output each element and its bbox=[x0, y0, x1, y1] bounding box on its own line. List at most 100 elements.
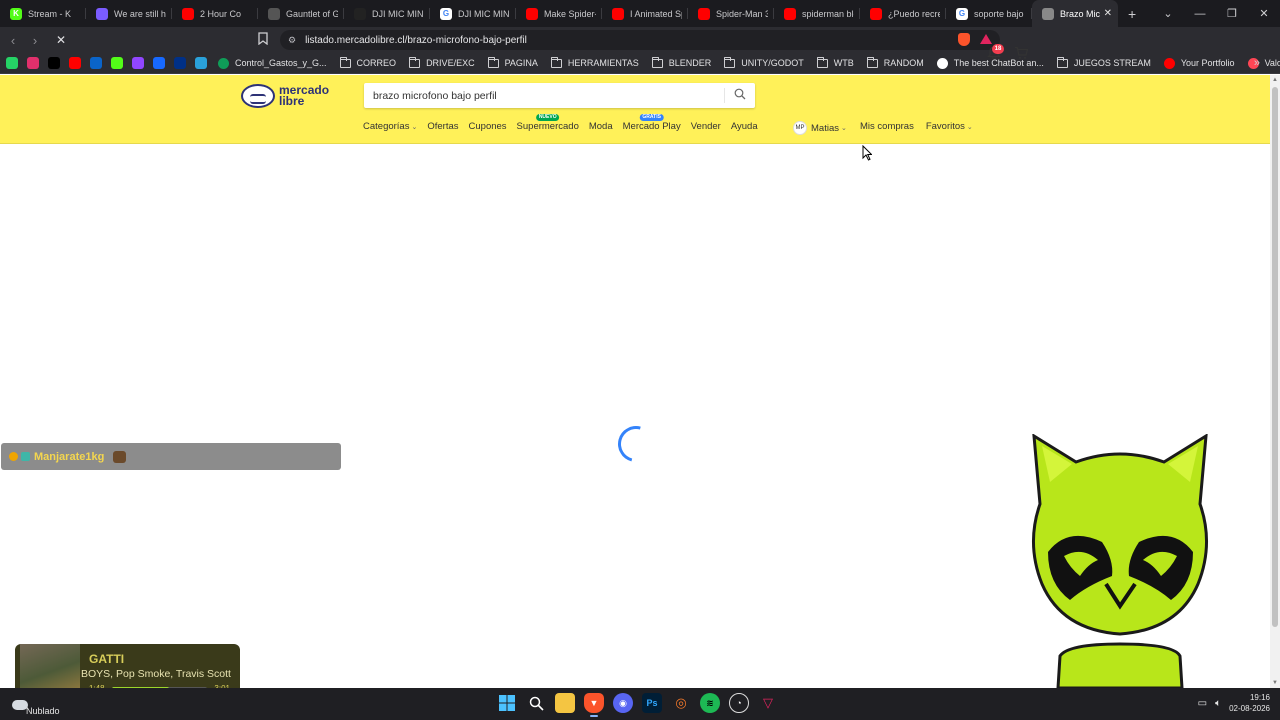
bookmark-item[interactable]: BLENDER bbox=[651, 56, 711, 68]
browser-tab[interactable]: Gauntlet of Go bbox=[258, 0, 344, 27]
site-info-icon[interactable]: ⚙ bbox=[288, 35, 296, 46]
scroll-down-icon[interactable]: ▼ bbox=[1272, 680, 1278, 686]
bookmark-item[interactable]: JUEGOS STREAM bbox=[1056, 56, 1151, 68]
tab-favicon-icon: G bbox=[440, 7, 452, 20]
scrollbar-thumb[interactable] bbox=[1272, 87, 1278, 627]
more-bookmarks-icon[interactable]: » bbox=[1254, 53, 1260, 74]
restore-button[interactable]: ❐ bbox=[1216, 7, 1248, 20]
paypal-icon[interactable] bbox=[174, 57, 186, 69]
behance-icon[interactable] bbox=[153, 57, 165, 69]
mercadolibre-logo[interactable]: mercado libre bbox=[241, 83, 337, 109]
window-controls: ⌄ — ❐ ✕ bbox=[1152, 0, 1280, 27]
twitch-icon[interactable] bbox=[132, 57, 144, 69]
x-twitter-icon[interactable] bbox=[48, 57, 60, 69]
stop-loading-button[interactable]: ✕ bbox=[50, 33, 72, 47]
browser-tab[interactable]: DJI MIC MINI 2 bbox=[344, 0, 430, 27]
tab-favicon-icon bbox=[698, 7, 710, 20]
volume-icon[interactable]: 🔈︎ bbox=[1215, 698, 1221, 709]
bookmark-favicon-icon bbox=[936, 57, 948, 69]
search-icon[interactable] bbox=[526, 693, 546, 713]
bookmark-item[interactable]: PAGINA bbox=[487, 56, 538, 68]
browser-tab[interactable]: Make Spider-M bbox=[516, 0, 602, 27]
user-name: Matias bbox=[811, 122, 839, 134]
back-button[interactable]: ‹ bbox=[2, 33, 24, 48]
taskbar-apps: ▼ ◉ Ps ◎ ≋ ◔ ▽ bbox=[497, 693, 778, 717]
browser-tab[interactable]: 2 Hour Co bbox=[172, 0, 258, 27]
close-tab-icon[interactable]: ✕ bbox=[1100, 8, 1112, 19]
browser-tab[interactable]: G DJI MIC MINI2 bbox=[430, 0, 516, 27]
brave-shields-icon[interactable] bbox=[958, 33, 970, 46]
obs-icon[interactable]: ◔ bbox=[729, 693, 749, 713]
tab-title: soporte bajo p bbox=[974, 8, 1026, 19]
close-window-button[interactable]: ✕ bbox=[1248, 7, 1280, 20]
brave-rewards-icon[interactable] bbox=[980, 34, 992, 44]
bookmark-label: PAGINA bbox=[504, 58, 538, 68]
file-explorer-icon[interactable] bbox=[555, 693, 575, 713]
tab-title: I Animated Sp bbox=[630, 8, 682, 19]
telegram-icon[interactable] bbox=[195, 57, 207, 69]
bookmark-item[interactable]: HERRAMIENTAS bbox=[550, 56, 639, 68]
nav-item[interactable]: Vender bbox=[691, 121, 721, 132]
browser-tab[interactable]: ¿Puedo recrea bbox=[860, 0, 946, 27]
app-v-icon[interactable]: ▽ bbox=[758, 693, 778, 713]
nav-item[interactable]: Ofertas bbox=[427, 121, 458, 132]
address-bar[interactable]: ⚙ listado.mercadolibre.cl/brazo-microfon… bbox=[280, 30, 1000, 50]
user-menu[interactable]: MP Matias ⌄ bbox=[793, 121, 847, 135]
bookmark-item[interactable]: CORREO bbox=[339, 56, 396, 68]
browser-tab[interactable]: K Stream - K bbox=[0, 0, 86, 27]
bookmark-item[interactable]: DRIVE/EXC bbox=[409, 56, 475, 68]
scroll-up-icon[interactable]: ▲ bbox=[1272, 77, 1278, 83]
my-purchases-link[interactable]: Mis compras bbox=[860, 121, 914, 132]
weather-widget[interactable]: Nublado bbox=[12, 694, 60, 716]
favorites-link[interactable]: Favoritos ⌄ bbox=[926, 121, 973, 132]
clock[interactable]: 19:16 02-08-2026 bbox=[1229, 692, 1270, 714]
bookmark-item[interactable]: WTB bbox=[816, 56, 854, 68]
tab-title: Spider-Man 3D bbox=[716, 8, 768, 19]
bookmark-item[interactable]: RANDOM bbox=[866, 56, 924, 68]
spotify-icon[interactable]: ≋ bbox=[700, 693, 720, 713]
forward-button[interactable]: › bbox=[24, 33, 46, 48]
tab-search-icon[interactable]: ⌄ bbox=[1152, 7, 1184, 20]
nav-item[interactable]: Supermercado NUEVO bbox=[517, 114, 579, 132]
bookmark-item[interactable]: Control_Gastos_y_G... bbox=[218, 57, 327, 69]
minimize-button[interactable]: — bbox=[1184, 8, 1216, 20]
browser-tab[interactable]: Gsoporte bajo p bbox=[946, 0, 1032, 27]
favorites-label: Favoritos bbox=[925, 121, 965, 132]
bookmark-label: WTB bbox=[833, 58, 854, 68]
search-input[interactable]: brazo microfono bajo perfil bbox=[364, 83, 755, 108]
cart-icon[interactable] bbox=[1014, 46, 1029, 60]
nav-item-label: Ayuda bbox=[730, 121, 758, 132]
discord-icon[interactable]: ◉ bbox=[613, 693, 633, 713]
nav-item[interactable]: Mercado Play GRATIS bbox=[623, 114, 681, 132]
onedrive-icon[interactable] bbox=[90, 57, 102, 69]
mouse-cursor-icon bbox=[862, 145, 872, 161]
browser-tab[interactable]: I Animated Sp bbox=[602, 0, 688, 27]
bookmark-label: UNITY/GODOT bbox=[741, 58, 804, 68]
windows-start-icon[interactable] bbox=[497, 693, 517, 713]
bookmark-item[interactable]: ValorantRank.Chat bbox=[1247, 57, 1280, 69]
page-scrollbar[interactable]: ▲ ▼ bbox=[1270, 75, 1280, 688]
nav-item[interactable]: Moda bbox=[589, 121, 613, 132]
search-icon[interactable] bbox=[734, 88, 746, 100]
browser-tab[interactable]: spiderman ble bbox=[774, 0, 860, 27]
nav-item[interactable]: Categorías ⌄ bbox=[363, 121, 417, 132]
nav-item[interactable]: Ayuda bbox=[731, 121, 758, 132]
bookmark-icon[interactable] bbox=[258, 32, 270, 46]
instagram-icon[interactable] bbox=[27, 57, 39, 69]
nav-item[interactable]: Cupones bbox=[469, 121, 507, 132]
loading-spinner bbox=[611, 419, 661, 469]
bookmark-item[interactable]: Your Portfolio bbox=[1163, 57, 1235, 69]
blender-icon[interactable]: ◎ bbox=[671, 693, 691, 713]
browser-tab[interactable]: Brazo Mic ✕ bbox=[1032, 0, 1118, 27]
browser-tab[interactable]: Spider-Man 3D bbox=[688, 0, 774, 27]
kick-icon[interactable] bbox=[111, 57, 123, 69]
folder-icon bbox=[1056, 56, 1068, 68]
browser-tab[interactable]: We are still he bbox=[86, 0, 172, 27]
display-icon[interactable]: ▭ bbox=[1198, 698, 1207, 709]
bookmark-item[interactable]: UNITY/GODOT bbox=[724, 56, 804, 68]
new-tab-button[interactable]: + bbox=[1128, 6, 1136, 22]
brave-browser-icon[interactable]: ▼ bbox=[584, 693, 604, 717]
photoshop-icon[interactable]: Ps bbox=[642, 693, 662, 713]
youtube-icon[interactable] bbox=[69, 57, 81, 69]
whatsapp-icon[interactable] bbox=[6, 57, 18, 69]
